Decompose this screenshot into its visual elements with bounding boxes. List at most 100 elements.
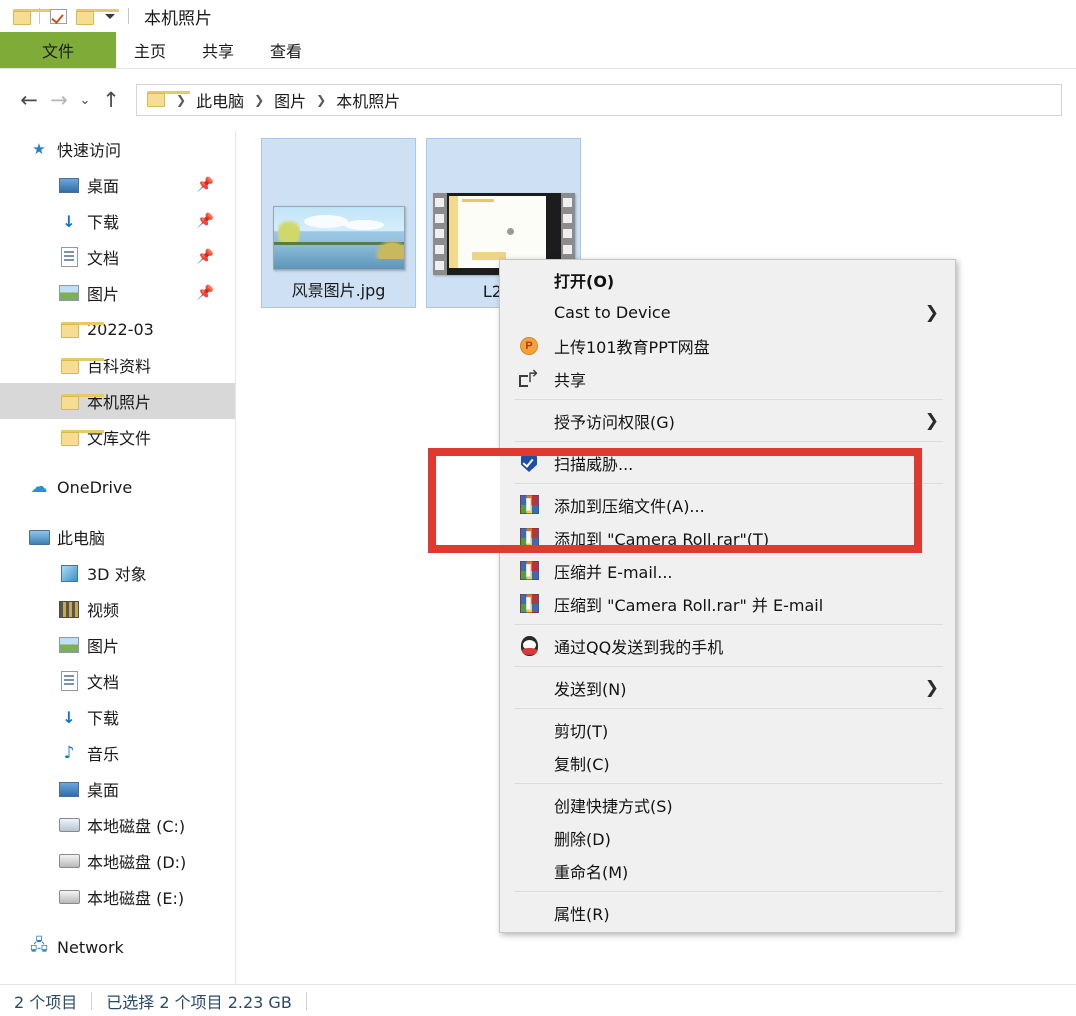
sidebar-item-label: 本地磁盘 (D:) (87, 853, 187, 872)
sidebar-item-label: 下载 (87, 709, 120, 728)
menu-item-add-to-archive[interactable]: 添加到压缩文件(A)... (500, 488, 955, 521)
status-selection-info: 已选择 2 个项目 2.23 GB (106, 992, 292, 1012)
menu-separator (514, 624, 943, 625)
sidebar-item-local-photos[interactable]: 本机照片 (0, 383, 236, 419)
sidebar-item-drive-d[interactable]: 本地磁盘 (D:) (0, 843, 236, 879)
sidebar-item-label: OneDrive (57, 477, 133, 497)
file-name-label: 风景图片.jpg (291, 281, 386, 300)
sidebar-item-wenku[interactable]: 文库文件 (0, 419, 236, 455)
network-icon: 🖧 (30, 934, 48, 954)
menu-item-compress-to-rar-and-email[interactable]: 压缩到 "Camera Roll.rar" 并 E-mail (500, 587, 955, 620)
winrar-icon (514, 528, 544, 547)
sidebar-item-videos[interactable]: 视频 (0, 591, 236, 627)
menu-item-grant-access[interactable]: 授予访问权限(G) ❯ (500, 404, 955, 437)
up-button[interactable]: ↑ (96, 85, 126, 115)
sidebar-item-drive-e[interactable]: 本地磁盘 (E:) (0, 879, 236, 915)
file-explorer-window: 本机照片 文件 主页 共享 查看 ← → ⌄ ↑ ❯ 此电脑 ❯ 图片 ❯ 本机… (0, 0, 1076, 1016)
menu-separator (514, 891, 943, 892)
menu-item-upload-101ppt[interactable]: 上传101教育PPT网盘 (500, 329, 955, 362)
tab-view[interactable]: 查看 (252, 32, 320, 68)
menu-item-scan-threats[interactable]: 扫描威胁... (500, 446, 955, 479)
pin-icon[interactable]: 📌 (197, 285, 214, 301)
recent-locations-icon[interactable]: ⌄ (74, 85, 96, 115)
menu-item-properties[interactable]: 属性(R) (500, 896, 955, 929)
drive-icon (58, 887, 80, 907)
sidebar-item-label: 本地磁盘 (C:) (87, 817, 186, 836)
sidebar-group-onedrive[interactable]: ☁ OneDrive (0, 469, 236, 505)
menu-item-compress-and-email[interactable]: 压缩并 E-mail... (500, 554, 955, 587)
sidebar-item-downloads-pc[interactable]: ↓ 下载 (0, 699, 236, 735)
title-bar: 本机照片 (0, 0, 1076, 32)
menu-item-delete[interactable]: 删除(D) (500, 821, 955, 854)
quick-access-toolbar (0, 5, 134, 27)
sidebar-group-quick-access[interactable]: ★ 快速访问 (0, 131, 236, 167)
checkbox-checked-icon[interactable] (45, 5, 71, 27)
menu-item-create-shortcut[interactable]: 创建快捷方式(S) (500, 788, 955, 821)
sidebar-item-downloads[interactable]: ↓ 下载 📌 (0, 203, 236, 239)
sidebar-item-2022-03[interactable]: 2022-03 (0, 311, 236, 347)
menu-item-rename[interactable]: 重命名(M) (500, 854, 955, 887)
sidebar-item-label: 此电脑 (57, 529, 106, 548)
sidebar-item-documents-pc[interactable]: 文档 (0, 663, 236, 699)
file-item-photo[interactable]: 风景图片.jpg (261, 138, 416, 308)
breadcrumb-item-pictures[interactable]: 图片 (272, 88, 308, 112)
folder-icon[interactable] (8, 5, 56, 27)
sidebar-item-desktop-pc[interactable]: 桌面 (0, 771, 236, 807)
status-bar: 2 个项目 已选择 2 个项目 2.23 GB (0, 984, 1076, 1016)
sidebar-item-3d-objects[interactable]: 3D 对象 (0, 555, 236, 591)
back-button[interactable]: ← (14, 85, 44, 115)
sidebar-item-label: 视频 (87, 601, 120, 620)
breadcrumb-item-current[interactable]: 本机照片 (334, 88, 402, 112)
tab-share[interactable]: 共享 (184, 32, 252, 68)
sidebar-item-pictures-pc[interactable]: 图片 (0, 627, 236, 663)
pictures-icon (58, 283, 80, 303)
film-strip-left (432, 193, 447, 275)
sidebar-item-label: 文库文件 (87, 429, 152, 448)
winrar-icon (514, 495, 544, 514)
sidebar-group-this-pc[interactable]: 此电脑 (0, 519, 236, 555)
this-pc-icon (28, 527, 50, 547)
ppt-upload-icon (514, 336, 544, 355)
menu-item-open[interactable]: 打开(O) (500, 263, 955, 296)
sidebar-item-baike[interactable]: 百科资料 (0, 347, 236, 383)
menu-item-copy[interactable]: 复制(C) (500, 746, 955, 779)
sidebar-item-pictures[interactable]: 图片 📌 (0, 275, 236, 311)
chevron-right-icon: ❯ (924, 410, 939, 431)
sidebar-item-desktop[interactable]: 桌面 📌 (0, 167, 236, 203)
menu-item-share[interactable]: 共享 (500, 362, 955, 395)
tab-file[interactable]: 文件 (0, 32, 116, 68)
menu-separator (514, 441, 943, 442)
download-icon: ↓ (62, 211, 76, 231)
forward-button[interactable]: → (44, 85, 74, 115)
pin-icon[interactable]: 📌 (197, 249, 214, 265)
sidebar-item-documents[interactable]: 文档 📌 (0, 239, 236, 275)
pin-icon[interactable]: 📌 (197, 213, 214, 229)
sidebar-item-label: 本机照片 (87, 393, 152, 412)
drive-icon (58, 851, 80, 871)
chevron-right-icon: ❯ (924, 302, 939, 323)
pictures-icon (58, 635, 80, 655)
menu-item-cut[interactable]: 剪切(T) (500, 713, 955, 746)
menu-item-send-to[interactable]: 发送到(N) ❯ (500, 671, 955, 704)
desktop-icon (58, 175, 80, 195)
share-icon (514, 367, 544, 387)
context-menu[interactable]: 打开(O) Cast to Device ❯ 上传101教育PPT网盘 共享 授… (499, 259, 956, 933)
menu-separator (514, 708, 943, 709)
videos-icon (58, 599, 80, 619)
sidebar-item-music[interactable]: ♪ 音乐 (0, 735, 236, 771)
pin-icon[interactable]: 📌 (197, 177, 214, 193)
menu-item-send-via-qq[interactable]: 通过QQ发送到我的手机 (500, 629, 955, 662)
menu-separator (514, 399, 943, 400)
sidebar-group-network[interactable]: 🖧 Network (0, 929, 236, 965)
folder-icon[interactable] (71, 5, 119, 27)
breadcrumb[interactable]: ❯ 此电脑 ❯ 图片 ❯ 本机照片 (136, 84, 1062, 116)
tab-home[interactable]: 主页 (116, 32, 184, 68)
menu-item-add-to-camera-roll-rar[interactable]: 添加到 "Camera Roll.rar"(T) (500, 521, 955, 554)
download-icon: ↓ (62, 707, 76, 727)
menu-item-cast-to-device[interactable]: Cast to Device ❯ (500, 296, 955, 329)
toolbar-divider (128, 8, 129, 24)
folder-icon (58, 391, 104, 411)
sidebar-item-label: 下载 (87, 213, 120, 232)
sidebar-item-drive-c[interactable]: 本地磁盘 (C:) (0, 807, 236, 843)
breadcrumb-item-this-pc[interactable]: 此电脑 (194, 88, 246, 112)
